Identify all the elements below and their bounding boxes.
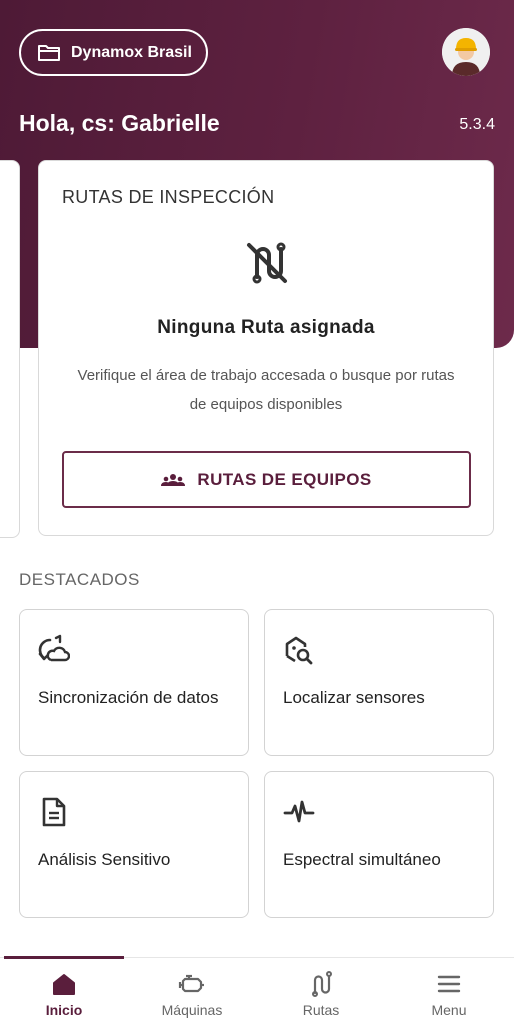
- nav-item-home[interactable]: Inicio: [0, 956, 128, 1025]
- tile-simultaneous-spectral[interactable]: Espectral simultáneo: [264, 771, 494, 918]
- worker-avatar-icon: [442, 28, 490, 76]
- tile-label: Localizar sensores: [283, 688, 425, 707]
- nav-item-menu[interactable]: Menu: [385, 958, 513, 1025]
- card-title: RUTAS DE INSPECCIÓN: [62, 187, 275, 207]
- tile-label: Análisis Sensitivo: [38, 850, 171, 869]
- previous-card-peek[interactable]: [0, 160, 20, 538]
- folder-icon: [38, 44, 60, 61]
- active-tab-indicator: [4, 956, 124, 959]
- tile-label: Sincronización de datos: [38, 688, 219, 707]
- tile-sensitive-analysis[interactable]: Análisis Sensitivo: [19, 771, 249, 918]
- tile-locate-sensors[interactable]: Localizar sensores: [264, 609, 494, 756]
- document-icon: [42, 797, 66, 827]
- empty-state-title: Ninguna Ruta asignada: [157, 317, 375, 338]
- engine-icon: [178, 974, 204, 993]
- pulse-icon: [283, 800, 315, 823]
- equipment-routes-button[interactable]: RUTAS DE EQUIPOS: [62, 451, 471, 508]
- featured-section-title: DESTACADOS: [19, 570, 140, 589]
- tile-data-sync[interactable]: Sincronización de datos: [19, 609, 249, 756]
- sync-icon: [38, 634, 70, 662]
- nav-item-routes[interactable]: Rutas: [257, 958, 385, 1025]
- nav-label: Menu: [431, 1002, 467, 1018]
- route-off-icon: [247, 242, 287, 284]
- workspace-label: Dynamox Brasil: [71, 43, 192, 61]
- home-icon: [53, 974, 75, 995]
- locate-sensor-icon: [285, 636, 313, 665]
- nav-item-machines[interactable]: Máquinas: [128, 958, 256, 1025]
- empty-state-description: Verifique el área de trabajo accesada o …: [77, 367, 455, 413]
- greeting-text: Hola, cs: Gabrielle: [19, 110, 220, 136]
- group-icon: [161, 473, 186, 486]
- inspection-routes-card: RUTAS DE INSPECCIÓN Ninguna Ruta asignad…: [38, 160, 494, 536]
- app-version: 5.3.4: [459, 116, 495, 133]
- nav-label: Inicio: [45, 1002, 83, 1018]
- tile-label: Espectral simultáneo: [283, 850, 441, 869]
- route-icon: [312, 971, 332, 997]
- equipment-routes-label: RUTAS DE EQUIPOS: [197, 469, 372, 489]
- nav-label: Rutas: [302, 1002, 340, 1018]
- workspace-selector-button[interactable]: Dynamox Brasil: [19, 29, 208, 76]
- avatar[interactable]: [442, 28, 490, 76]
- bottom-navigation: Inicio Máquinas Rutas Menu: [0, 956, 514, 1025]
- menu-icon: [437, 975, 461, 993]
- nav-label: Máquinas: [161, 1002, 223, 1018]
